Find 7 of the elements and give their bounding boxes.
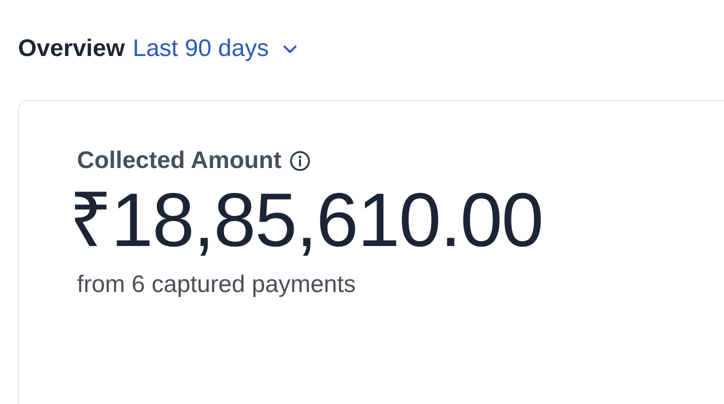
chevron-down-icon (282, 44, 297, 54)
metric-subtitle: from 6 captured payments (77, 270, 357, 299)
metric-label: Collected Amount (77, 147, 282, 175)
section-title: Overview (18, 35, 125, 63)
period-dropdown[interactable]: Last 90 days (132, 35, 297, 63)
metric-value: ₹18,85,610.00 (69, 179, 544, 263)
info-icon[interactable] (289, 150, 312, 172)
